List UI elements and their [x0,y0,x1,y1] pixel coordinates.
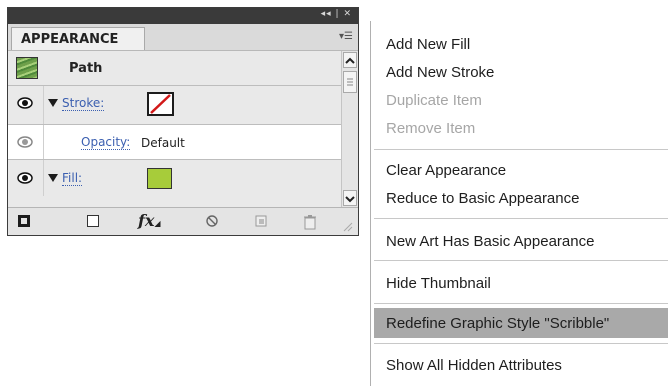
close-icon[interactable]: ✕ [343,9,352,19]
scroll-thumb[interactable] [343,71,357,93]
resize-grip-icon[interactable] [341,220,353,232]
path-label: Path [69,61,103,76]
stroke-expand-triangle-icon[interactable] [48,99,58,107]
panel-title-bar[interactable]: ◂◂ | ✕ [8,8,358,24]
opacity-value: Default [141,136,185,150]
fill-label[interactable]: Fill: [62,172,83,186]
scroll-down-button[interactable] [343,190,357,206]
clear-appearance-icon[interactable] [205,214,219,228]
panel-tab-row: APPEARANCE ▾☰ [8,24,358,51]
fill-expand-triangle-icon[interactable] [48,174,58,182]
chevron-down-icon [345,196,355,203]
menu-item-redefine-graphic-style[interactable]: Redefine Graphic Style "Scribble" [386,315,609,332]
add-new-stroke-icon[interactable] [17,214,31,228]
menu-separator [374,260,668,261]
menu-separator [374,303,668,304]
menu-item-duplicate-item: Duplicate Item [386,92,482,109]
scroll-up-button[interactable] [343,52,357,68]
path-thumbnail [16,57,38,79]
menu-item-remove-item: Remove Item [386,120,476,137]
menu-item-show-all-hidden-attributes[interactable]: Show All Hidden Attributes [386,357,562,374]
menu-item-reduce-to-basic-appearance[interactable]: Reduce to Basic Appearance [386,190,579,207]
tab-appearance[interactable]: APPEARANCE [11,27,145,50]
delete-item-icon[interactable] [303,214,317,230]
stroke-swatch-none[interactable] [147,92,174,116]
no-stroke-icon [150,94,171,114]
visibility-eye-icon[interactable] [17,172,33,184]
fx-icon[interactable]: fx◢ [138,211,161,230]
path-row[interactable]: Path [8,51,341,86]
add-new-fill-icon[interactable] [86,214,100,228]
vertical-scrollbar[interactable] [341,51,358,207]
visibility-eye-icon[interactable] [17,97,33,109]
opacity-label[interactable]: Opacity: [81,136,131,150]
menu-item-hide-thumbnail[interactable]: Hide Thumbnail [386,275,491,292]
appearance-list: Path Stroke: Opacity: Default Fill: [8,51,341,207]
menu-item-add-new-fill[interactable]: Add New Fill [386,36,470,53]
collapse-arrows-icon[interactable]: ◂◂ [321,9,332,19]
menu-item-add-new-stroke[interactable]: Add New Stroke [386,64,494,81]
menu-separator [374,149,668,150]
menu-separator [374,218,668,219]
menu-item-new-art-has-basic-appearance[interactable]: New Art Has Basic Appearance [386,233,594,250]
stroke-row[interactable]: Stroke: [8,86,341,125]
duplicate-item-icon[interactable] [254,214,268,228]
fill-swatch[interactable] [147,168,172,189]
stroke-label[interactable]: Stroke: [62,97,105,111]
grip-icon [347,78,353,86]
menu-separator [374,343,668,344]
fill-row[interactable]: Fill: [8,160,341,207]
title-bar-divider: | [335,9,340,19]
panel-menu-icon[interactable]: ▾☰ [339,31,353,42]
menu-item-clear-appearance[interactable]: Clear Appearance [386,162,506,179]
panel-toolbar: fx◢ [8,207,358,235]
opacity-row[interactable]: Opacity: Default [8,125,341,160]
visibility-eye-icon-dim[interactable] [17,136,33,148]
appearance-panel: ◂◂ | ✕ APPEARANCE ▾☰ Path Stroke: Opacit… [7,7,359,236]
appearance-panel-menu: Add New Fill Add New Stroke Duplicate It… [370,21,669,386]
chevron-up-icon [345,57,355,64]
